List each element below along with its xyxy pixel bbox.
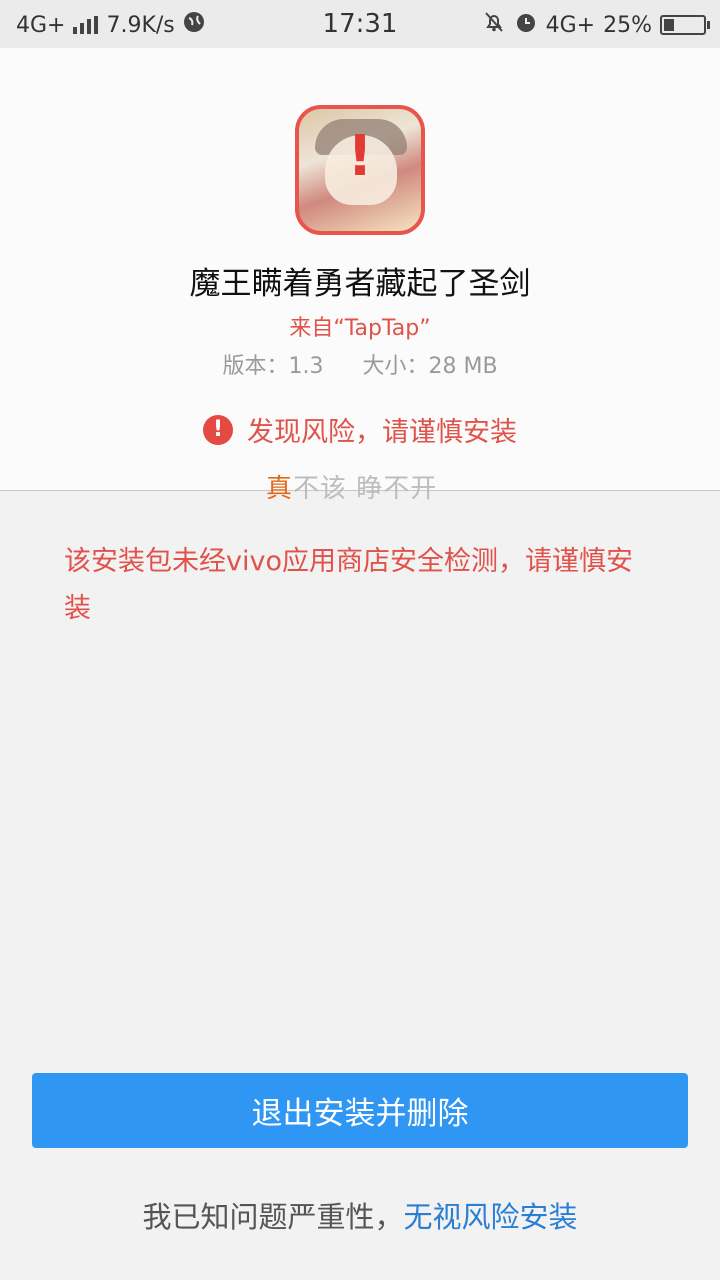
exit-and-delete-button[interactable]: 退出安装并删除 xyxy=(32,1073,688,1148)
app-name: 魔王瞒着勇者藏起了圣剑 xyxy=(189,266,531,302)
battery-percent: 25% xyxy=(603,12,652,38)
app-size: 大小：28 MB xyxy=(362,354,498,379)
alert-circle-icon: ! xyxy=(203,414,233,445)
network-type-right: 4G+ xyxy=(545,12,596,38)
app-info-card: ! 魔王瞒着勇者藏起了圣剑 来自“TapTap” 版本：1.3 大小：28 MB… xyxy=(0,48,720,491)
ignore-risk-install-link[interactable]: 无视风险安装 xyxy=(404,1200,578,1234)
risk-banner: ! 发现风险，请谨慎安装 xyxy=(0,410,720,449)
status-right: 4G+ 25% xyxy=(482,10,710,40)
bell-muted-icon xyxy=(482,10,506,40)
app-version: 版本：1.3 xyxy=(222,354,324,379)
app-meta: 版本：1.3 大小：28 MB xyxy=(0,348,720,380)
ignore-risk-line: 我已知问题严重性，无视风险安装 xyxy=(0,1194,720,1236)
warning-exclamation-icon: ! xyxy=(347,124,373,189)
app-source: 来自“TapTap” xyxy=(289,316,431,341)
security-warning-text: 该安装包未经vivo应用商店安全检测，请谨慎安装 xyxy=(64,546,633,624)
app-icon: ! xyxy=(295,105,425,235)
overlay-highlight: 真 xyxy=(266,474,294,504)
alarm-icon xyxy=(514,10,538,40)
battery-icon xyxy=(660,15,710,35)
status-bar: 4G+ 7.9K/s 17:31 4G+ 25% xyxy=(0,0,720,48)
ack-text: 我已知问题严重性， xyxy=(142,1200,404,1234)
risk-title: 发现风险，请谨慎安装 xyxy=(247,417,517,448)
overlay-rest: 不该 睁不开 xyxy=(293,474,438,504)
floating-overlay-text: 真不该 睁不开 xyxy=(266,468,437,505)
